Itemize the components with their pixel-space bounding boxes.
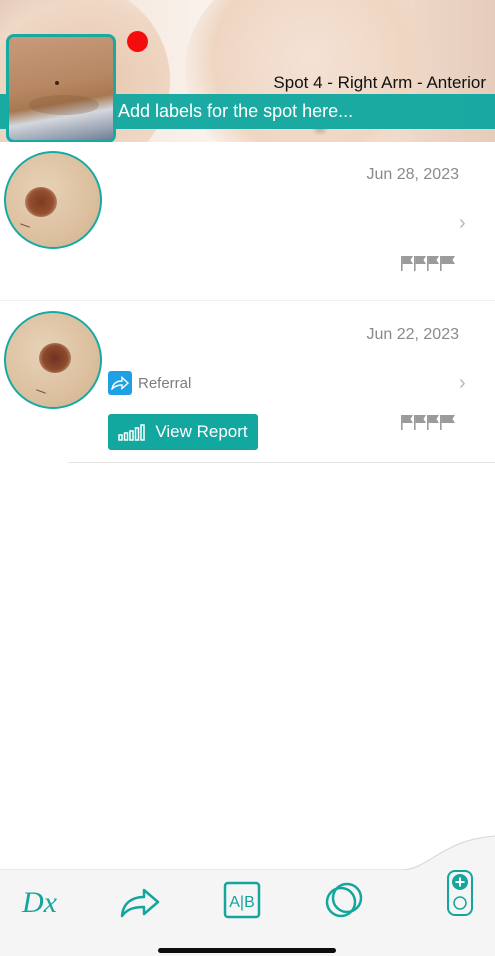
view-report-button[interactable]: View Report (108, 414, 258, 450)
add-capture-icon[interactable] (444, 870, 476, 916)
spot-overview-thumbnail[interactable] (6, 34, 116, 142)
hair-strand (36, 389, 46, 394)
referral-label: Referral (138, 374, 192, 392)
thumbnail-mole (55, 81, 59, 85)
share-icon[interactable] (116, 880, 164, 924)
overlap-circles-icon[interactable] (322, 878, 366, 922)
referral-indicator[interactable]: Referral (108, 371, 191, 395)
bottom-toolbar: Dx A|B (0, 870, 495, 956)
chevron-right-icon[interactable]: › (459, 372, 466, 395)
flags-rating (400, 414, 456, 430)
flags-rating (400, 255, 456, 271)
toolbar-curve (0, 835, 495, 872)
divider (68, 462, 495, 463)
spot-location-marker[interactable] (127, 31, 148, 52)
ab-glyph: A|B (229, 894, 255, 911)
lesion (39, 343, 71, 373)
home-indicator[interactable] (158, 948, 336, 953)
chevron-right-icon[interactable]: › (459, 212, 466, 235)
list-item[interactable]: Jun 28, 2023 › (0, 142, 495, 300)
dx-glyph: Dx (21, 886, 58, 919)
entry-date: Jun 22, 2023 (366, 326, 459, 343)
spot-title: Spot 4 - Right Arm - Anterior (273, 73, 486, 92)
spot-header: Spot 4 - Right Arm - Anterior Add labels… (0, 0, 495, 142)
view-report-label: View Report (155, 422, 248, 441)
list-item[interactable]: Jun 22, 2023 Referral › View Report (0, 302, 495, 462)
dermoscopy-image[interactable] (4, 311, 102, 409)
flag-icon (401, 256, 455, 271)
referral-share-icon (108, 371, 132, 395)
divider (0, 300, 495, 301)
flag-icon (401, 415, 455, 430)
dx-icon[interactable]: Dx (18, 880, 62, 924)
entry-date: Jun 28, 2023 (366, 166, 459, 183)
dermoscopy-image[interactable] (4, 151, 102, 249)
spot-label-input[interactable]: Add labels for the spot here... (118, 101, 353, 122)
thumbnail-shadow (29, 95, 99, 115)
hair-strand (20, 223, 30, 228)
lesion (25, 187, 57, 217)
compare-ab-icon[interactable]: A|B (220, 878, 264, 922)
report-chart-icon (118, 424, 146, 441)
